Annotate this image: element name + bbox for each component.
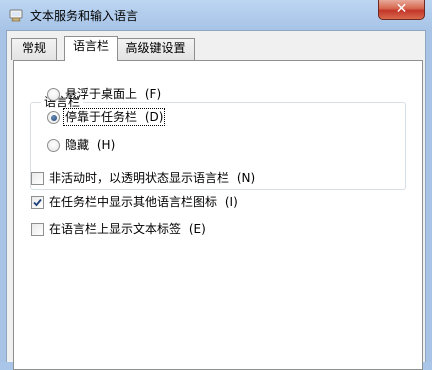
radio-hidden-label-wrap[interactable]: 隐藏 (H) — [65, 138, 115, 152]
dialog-client-area: 常规 语言栏 高级键设置 语言栏 悬浮于桌面上 (F) 停靠于任务栏 (D) 隐… — [6, 30, 426, 370]
radio-docked-in-taskbar[interactable] — [47, 111, 60, 124]
radio-floating-label-wrap[interactable]: 悬浮于桌面上 (F) — [65, 87, 161, 101]
radio-docked-mnemonic: (D) — [144, 110, 164, 124]
radio-docked-label: 停靠于任务栏 — [65, 110, 138, 124]
tab-general[interactable]: 常规 — [11, 38, 57, 60]
tab-language-bar[interactable]: 语言栏 — [64, 36, 118, 61]
checkbox-show-icons-label-wrap[interactable]: 在任务栏中显示其他语言栏图标 (I) — [49, 195, 238, 209]
radio-selected-dot — [50, 114, 57, 121]
radio-hidden-label: 隐藏 — [65, 138, 90, 152]
checkbox-transparent-when-inactive[interactable] — [31, 172, 44, 185]
close-button[interactable]: ✕ — [378, 0, 425, 20]
radio-floating-mnemonic: (F) — [144, 87, 162, 101]
checkbox-show-additional-icons[interactable] — [31, 196, 44, 209]
close-icon: ✕ — [395, 1, 408, 17]
checkbox-show-icons-mnemonic: (I) — [224, 195, 238, 209]
tab-advanced-key-settings[interactable]: 高级键设置 — [116, 38, 195, 60]
checkbox-show-text-labels[interactable] — [31, 223, 44, 236]
tab-advanced-key-settings-label: 高级键设置 — [125, 41, 186, 55]
checkbox-transparent-mnemonic: (N) — [236, 171, 256, 185]
radio-floating-label: 悬浮于桌面上 — [65, 87, 138, 101]
tab-language-bar-label: 语言栏 — [72, 39, 109, 53]
checkbox-text-labels-mnemonic: (E) — [188, 222, 206, 236]
title-bar[interactable]: 文本服务和输入语言 ✕ — [0, 0, 432, 30]
checkbox-text-labels-label: 在语言栏上显示文本标签 — [49, 222, 182, 236]
checkbox-transparent-label: 非活动时，以透明状态显示语言栏 — [49, 171, 230, 185]
radio-hidden-mnemonic: (H) — [96, 138, 116, 152]
checkbox-text-labels-label-wrap[interactable]: 在语言栏上显示文本标签 (E) — [49, 222, 206, 236]
radio-floating-on-desktop[interactable] — [47, 88, 60, 101]
checkmark-icon — [33, 198, 42, 207]
tab-general-label: 常规 — [21, 41, 46, 55]
dialog-window: 文本服务和输入语言 ✕ 常规 语言栏 高级键设置 语言栏 悬浮于桌面上 (F) … — [0, 0, 432, 370]
window-title: 文本服务和输入语言 — [30, 9, 139, 23]
radio-hidden[interactable] — [47, 139, 60, 152]
text-services-icon — [9, 9, 23, 22]
checkbox-show-icons-label: 在任务栏中显示其他语言栏图标 — [49, 195, 218, 209]
radio-docked-label-wrap[interactable]: 停靠于任务栏 (D) — [62, 108, 166, 126]
checkbox-transparent-label-wrap[interactable]: 非活动时，以透明状态显示语言栏 (N) — [49, 171, 255, 185]
